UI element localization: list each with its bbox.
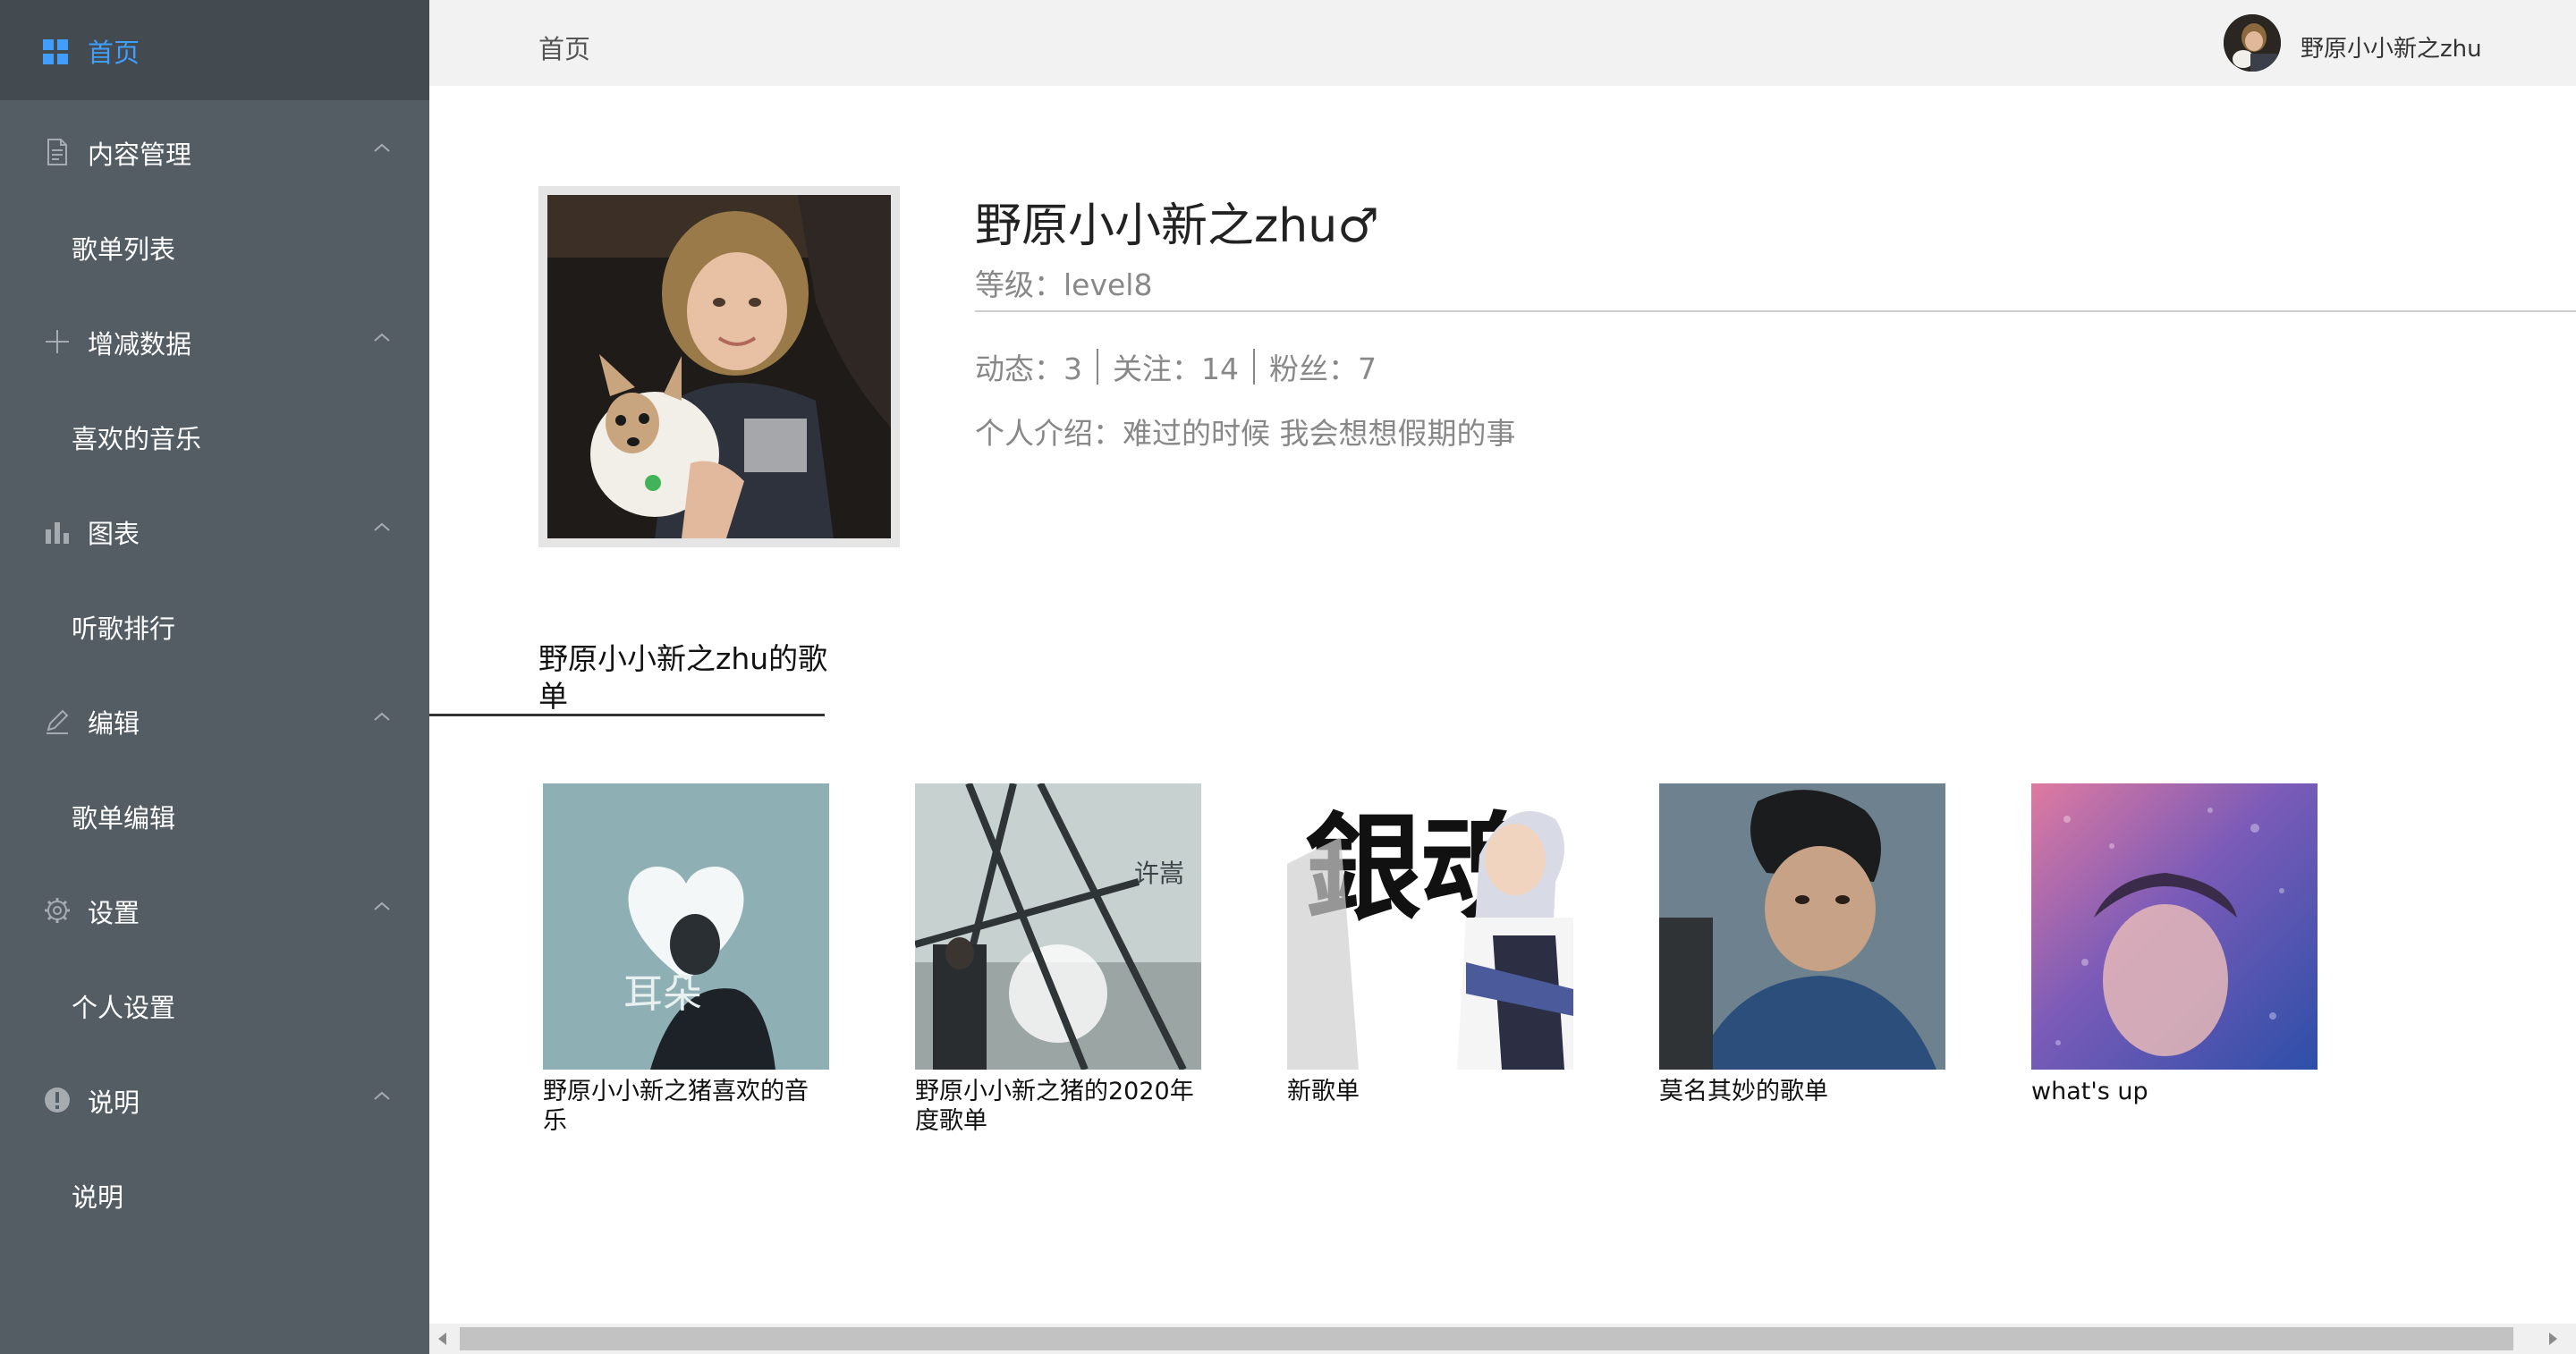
playlist-card[interactable]: 许嵩 野原小小新之猪的2020年度歌单 — [915, 783, 1201, 1136]
playlist-title[interactable]: what's up — [2031, 1077, 2318, 1106]
menu-group-label: 增减数据 — [88, 329, 192, 360]
grid-icon — [43, 39, 68, 64]
app-window: 首页 内容管理 歌单列表 增减数据 喜欢的音乐 图表 听歌排行 编辑 歌单编辑 … — [0, 0, 2576, 1354]
stat-separator — [1253, 349, 1255, 385]
stat-followers[interactable]: 粉丝：7 — [1269, 345, 1377, 388]
cover-text: 耳朵 — [623, 971, 702, 1017]
menu-group-charts[interactable]: 图表 — [0, 483, 429, 578]
sidebar-item-label: 听歌排行 — [72, 614, 176, 644]
chevron-up-icon — [374, 712, 390, 721]
breadcrumb[interactable]: 首页 — [538, 29, 590, 66]
menu-group-edit[interactable]: 编辑 — [0, 673, 429, 767]
bar-chart-icon — [46, 522, 69, 544]
profile-photo-image — [547, 195, 891, 538]
sidebar-item-label: 歌单列表 — [72, 234, 176, 265]
document-icon — [47, 139, 67, 165]
playlist-cover-image — [2031, 783, 2318, 1070]
playlist-cover[interactable]: 耳朵 — [543, 783, 829, 1070]
playlist-title[interactable]: 野原小小新之猪的2020年度歌单 — [915, 1077, 1201, 1136]
playlist-cover[interactable]: 许嵩 — [915, 783, 1201, 1070]
divider — [975, 310, 2576, 312]
sidebar-item-label: 首页 — [88, 38, 140, 68]
menu-group-label: 编辑 — [88, 708, 140, 739]
playlist-card[interactable]: 耳朵 野原小小新之猪喜欢的音乐 — [543, 783, 829, 1136]
stat-posts[interactable]: 动态：3 — [975, 345, 1082, 388]
avatar-image — [2224, 14, 2281, 72]
menu-group-add-remove-data[interactable]: 增减数据 — [0, 293, 429, 388]
menu-group-label: 说明 — [88, 1087, 140, 1118]
menu-group-label: 图表 — [88, 519, 140, 549]
playlists-heading: 野原小小新之zhu的歌单 — [538, 641, 828, 714]
chevron-up-icon — [374, 1091, 390, 1100]
playlist-cover-image: 耳朵 — [543, 783, 829, 1070]
menu-group-about[interactable]: 说明 — [0, 1052, 429, 1147]
avatar[interactable] — [2224, 14, 2281, 72]
sidebar-item-personal-settings[interactable]: 个人设置 — [0, 957, 429, 1052]
chevron-up-icon — [374, 901, 390, 910]
playlist-cover-image — [1659, 783, 1945, 1070]
scroll-left-icon[interactable] — [438, 1333, 446, 1345]
playlist-cover-image: 銀魂 — [1287, 783, 1573, 1070]
playlist-title[interactable]: 野原小小新之猪喜欢的音乐 — [543, 1077, 829, 1136]
profile-intro: 个人介绍：难过的时候 我会想想假期的事 — [975, 416, 1516, 451]
stat-separator — [1097, 349, 1098, 385]
chevron-up-icon — [374, 522, 390, 531]
profile-photo — [538, 186, 900, 547]
sidebar-item-playlist-edit[interactable]: 歌单编辑 — [0, 767, 429, 862]
sidebar: 首页 内容管理 歌单列表 增减数据 喜欢的音乐 图表 听歌排行 编辑 歌单编辑 … — [0, 0, 429, 1354]
horizontal-scrollbar[interactable] — [429, 1324, 2576, 1354]
info-icon — [45, 1087, 70, 1113]
cover-text: 许嵩 — [1134, 859, 1184, 888]
sidebar-item-playlist-list[interactable]: 歌单列表 — [0, 199, 429, 293]
menu-group-settings[interactable]: 设置 — [0, 862, 429, 957]
profile-name: 野原小小新之zhu♂ — [975, 199, 1379, 253]
playlist-title[interactable]: 新歌单 — [1287, 1077, 1573, 1106]
playlist-cover[interactable] — [1659, 783, 1945, 1070]
sidebar-item-label: 说明 — [72, 1182, 124, 1213]
sidebar-item-listening-ranking[interactable]: 听歌排行 — [0, 578, 429, 673]
menu-group-content-management[interactable]: 内容管理 — [0, 104, 429, 199]
playlist-cover[interactable] — [2031, 783, 2318, 1070]
menu-group-label: 内容管理 — [88, 140, 192, 170]
gear-icon — [45, 898, 70, 923]
sidebar-item-about[interactable]: 说明 — [0, 1147, 429, 1241]
chevron-up-icon — [374, 333, 390, 342]
chevron-up-icon — [374, 143, 390, 152]
edit-icon — [47, 709, 69, 734]
playlist-title[interactable]: 莫名其妙的歌单 — [1659, 1077, 1945, 1106]
playlists-heading-underline — [429, 714, 825, 716]
profile-stats: 动态：3 关注：14 粉丝：7 — [975, 345, 1377, 388]
playlist-cover[interactable]: 銀魂 — [1287, 783, 1573, 1070]
sidebar-item-label: 个人设置 — [72, 993, 176, 1023]
plus-icon — [46, 330, 69, 353]
sidebar-item-label: 歌单编辑 — [72, 803, 176, 834]
menu-group-label: 设置 — [88, 898, 140, 928]
playlist-card[interactable]: what's up — [2031, 783, 2318, 1106]
scroll-right-icon[interactable] — [2549, 1333, 2557, 1345]
playlist-card[interactable]: 銀魂 新歌单 — [1287, 783, 1573, 1106]
scrollbar-thumb[interactable] — [460, 1327, 2513, 1350]
top-bar: 首页 野原小小新之zhu — [429, 0, 2576, 86]
playlist-cover-image: 许嵩 — [915, 783, 1201, 1070]
username[interactable]: 野原小小新之zhu — [2301, 30, 2482, 63]
sidebar-item-home[interactable]: 首页 — [0, 0, 429, 100]
sidebar-item-liked-music[interactable]: 喜欢的音乐 — [0, 388, 429, 483]
playlist-card[interactable]: 莫名其妙的歌单 — [1659, 783, 1945, 1106]
sidebar-item-label: 喜欢的音乐 — [72, 424, 202, 454]
profile-level: 等级：level8 — [975, 267, 1153, 302]
stat-following[interactable]: 关注：14 — [1113, 345, 1239, 388]
